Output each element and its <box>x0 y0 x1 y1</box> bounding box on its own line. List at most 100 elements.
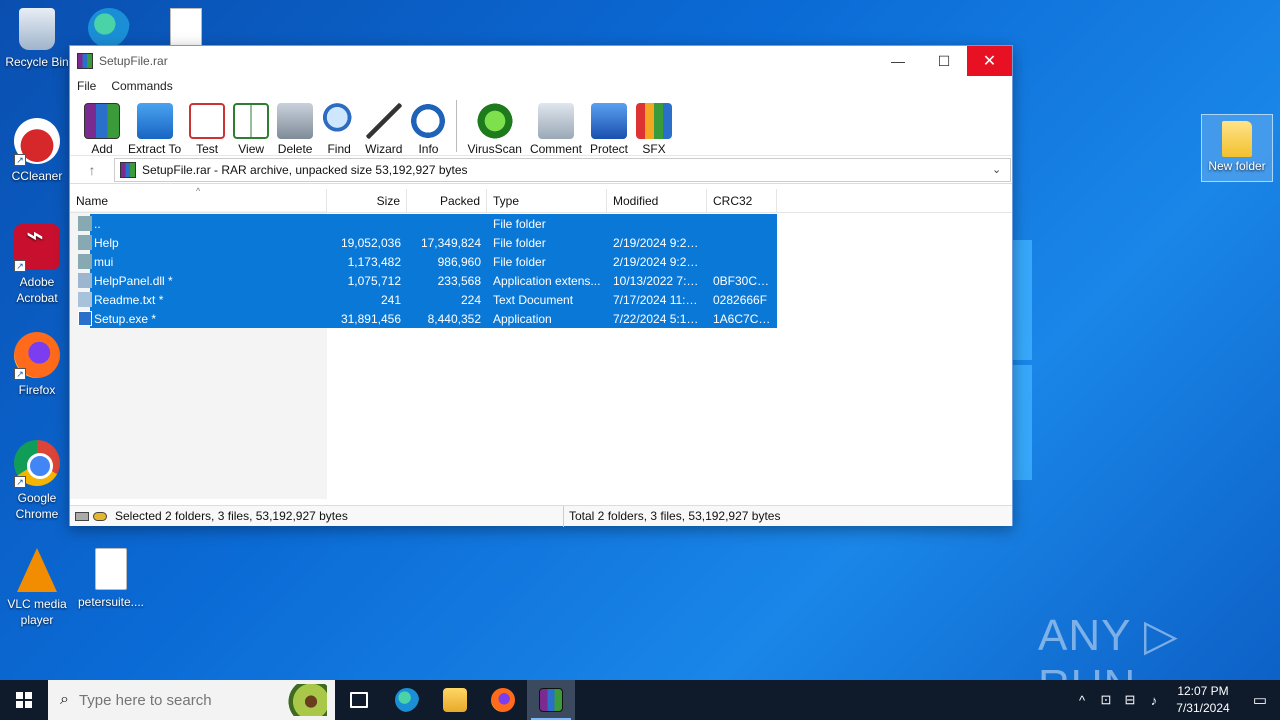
dll-file-icon <box>78 273 92 288</box>
column-header-modified[interactable]: Modified <box>607 189 707 213</box>
ccleaner-icon: ↗ <box>14 118 60 166</box>
find-button[interactable]: Find <box>317 96 361 156</box>
clock-date: 7/31/2024 <box>1176 701 1230 715</box>
taskbar-file-explorer[interactable] <box>431 680 479 720</box>
taskbar: ⌕ ^ ⊡ ⊟ ♪ 12:07 PM 7/31/2024 ▭ <box>0 680 1280 720</box>
test-button[interactable]: Test <box>185 96 229 156</box>
recycle-bin-icon <box>19 8 55 50</box>
cell-size: 241 <box>380 292 401 307</box>
cell-modified: 7/17/2024 11:3... <box>613 292 703 307</box>
title-bar[interactable]: SetupFile.rar — ☐ ✕ <box>70 46 1012 76</box>
cell-type: File folder <box>493 235 546 250</box>
close-button[interactable]: ✕ <box>967 46 1012 76</box>
column-headers: Name Size Packed Type Modified CRC32 ^ <box>70 186 1012 213</box>
desktop-icon-acrobat[interactable]: ↗ Adobe Acrobat <box>0 224 74 306</box>
add-archive-icon <box>84 103 120 139</box>
desktop-icon-petersuite[interactable]: petersuite.... <box>74 548 148 610</box>
folder-icon <box>1222 121 1252 157</box>
key-icon[interactable] <box>93 511 107 521</box>
view-button[interactable]: View <box>229 96 273 156</box>
maximize-button[interactable]: ☐ <box>921 46 967 76</box>
taskbar-edge[interactable] <box>383 680 431 720</box>
desktop-icon-label: Adobe Acrobat <box>16 275 58 305</box>
cell-packed: 224 <box>460 292 481 307</box>
protect-button[interactable]: Protect <box>586 96 632 156</box>
toolbar: Add Extract To Test View Delete Find Wiz… <box>70 96 1012 156</box>
windows-logo-glow <box>1012 240 1032 360</box>
drive-icon[interactable] <box>75 511 89 521</box>
toolbar-label: SFX <box>642 142 666 156</box>
file-icon <box>95 548 127 590</box>
add-button[interactable]: Add <box>80 96 124 156</box>
rar-file-icon <box>120 161 136 178</box>
cell-name: Readme.txt * <box>94 292 164 307</box>
table-row[interactable]: HelpPanel.dll * 1,075,712 233,568 Applic… <box>70 271 777 290</box>
toolbar-label: Extract To <box>128 142 182 156</box>
toolbar-label: Test <box>196 142 219 156</box>
toolbar-label: Comment <box>529 142 582 156</box>
column-header-type[interactable]: Type <box>487 189 607 213</box>
cell-name: Help <box>94 235 119 250</box>
shortcut-arrow-icon: ↗ <box>14 476 26 488</box>
clock[interactable]: 12:07 PM 7/31/2024 <box>1166 683 1240 717</box>
taskbar-search[interactable]: ⌕ <box>48 680 335 720</box>
task-view-button[interactable] <box>335 680 383 720</box>
status-icons <box>70 511 112 521</box>
desktop-icon-new-folder[interactable]: New folder <box>1201 114 1273 182</box>
desktop-icon-ccleaner[interactable]: ↗ CCleaner <box>0 118 74 184</box>
table-row[interactable]: Readme.txt * 241 224 Text Document 7/17/… <box>70 290 777 309</box>
taskbar-firefox[interactable] <box>479 680 527 720</box>
toolbar-label: Protect <box>589 142 628 156</box>
extract-to-button[interactable]: Extract To <box>124 96 185 156</box>
task-view-icon <box>350 692 368 708</box>
cell-modified: 2/19/2024 9:23 ... <box>613 235 707 250</box>
winrar-window: SetupFile.rar — ☐ ✕ File Commands Add Ex… <box>69 45 1013 527</box>
table-row[interactable]: mui 1,173,482 986,960 File folder 2/19/2… <box>70 252 777 271</box>
wizard-button[interactable]: Wizard <box>361 96 406 156</box>
search-input[interactable] <box>78 691 259 709</box>
info-button[interactable]: Info <box>406 96 450 156</box>
chevron-down-icon[interactable]: ⌄ <box>992 163 1010 176</box>
desktop-icon-vlc[interactable]: VLC media player <box>0 548 74 628</box>
desktop-icon-chrome[interactable]: ↗ Google Chrome <box>0 440 74 522</box>
sfx-button[interactable]: SFX <box>632 96 676 156</box>
network-icon[interactable]: ⊟ <box>1118 692 1142 708</box>
up-arrow-icon[interactable]: ↑ <box>70 162 114 178</box>
file-list: Name Size Packed Type Modified CRC32 ^ .… <box>70 186 1012 501</box>
table-row[interactable]: Help 19,052,036 17,349,824 File folder 2… <box>70 233 777 252</box>
comment-button[interactable]: Comment <box>526 96 586 156</box>
table-row[interactable]: .. File folder <box>70 214 777 233</box>
toolbar-label: VirusScan <box>467 142 522 156</box>
edge-desktop-icon[interactable] <box>88 8 130 48</box>
system-tray: ^ ⊡ ⊟ ♪ 12:07 PM 7/31/2024 ▭ <box>1070 680 1280 720</box>
desktop-icon-recycle-bin[interactable]: Recycle Bin <box>0 8 74 70</box>
table-row[interactable]: Setup.exe * 31,891,456 8,440,352 Applica… <box>70 309 777 328</box>
cell-packed: 233,568 <box>437 273 481 288</box>
chrome-icon: ↗ <box>14 440 60 488</box>
cell-size: 1,173,482 <box>347 254 401 269</box>
winrar-icon <box>539 688 563 712</box>
address-field[interactable]: SetupFile.rar - RAR archive, unpacked si… <box>114 157 1011 182</box>
desktop-icon-firefox[interactable]: ↗ Firefox <box>0 332 74 398</box>
volume-icon[interactable]: ♪ <box>1142 693 1166 708</box>
virusscan-button[interactable]: VirusScan <box>463 96 525 156</box>
column-header-size[interactable]: Size <box>327 189 407 213</box>
status-total: Total 2 folders, 3 files, 53,192,927 byt… <box>569 509 781 523</box>
book-icon <box>233 103 270 139</box>
folder-icon <box>78 254 92 269</box>
meet-now-icon[interactable]: ⊡ <box>1094 692 1118 708</box>
vlc-cone-icon <box>17 548 57 592</box>
column-header-packed[interactable]: Packed <box>407 189 487 213</box>
delete-button[interactable]: Delete <box>273 96 317 156</box>
file-desktop-icon[interactable] <box>170 8 202 48</box>
notification-icon[interactable]: ▭ <box>1240 691 1280 709</box>
menu-commands[interactable]: Commands <box>111 79 172 93</box>
column-header-crc32[interactable]: CRC32 <box>707 189 777 213</box>
start-button[interactable] <box>0 680 48 720</box>
shield-icon <box>590 103 627 139</box>
taskbar-winrar[interactable] <box>527 680 575 720</box>
menu-file[interactable]: File <box>77 79 96 93</box>
minimize-button[interactable]: — <box>875 46 921 76</box>
cell-modified: 2/19/2024 9:23 ... <box>613 254 707 269</box>
chevron-up-icon[interactable]: ^ <box>1070 693 1094 708</box>
